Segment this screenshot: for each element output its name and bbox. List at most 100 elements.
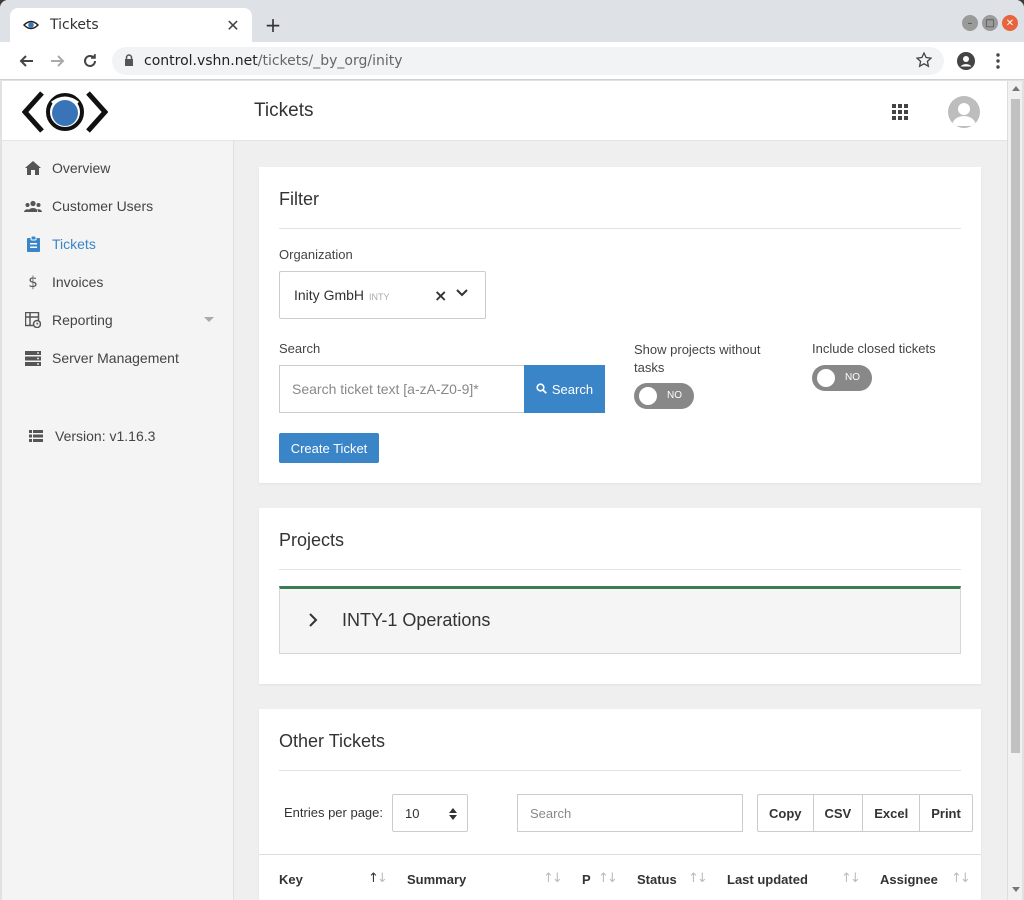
- csv-button[interactable]: CSV: [814, 795, 864, 831]
- sidebar: Overview Customer Users Tickets $ Invoic…: [2, 141, 234, 900]
- close-window-icon[interactable]: ✕: [1002, 15, 1018, 31]
- chevron-down-icon[interactable]: [455, 286, 469, 303]
- server-icon: [24, 349, 42, 367]
- sidebar-item-server-management[interactable]: Server Management: [2, 339, 234, 377]
- organization-value: Inity GmbH: [294, 287, 365, 303]
- create-ticket-button[interactable]: Create Ticket: [279, 433, 379, 463]
- organization-code: INTY: [369, 291, 390, 302]
- sidebar-item-label: Customer Users: [52, 198, 154, 214]
- lock-icon: [124, 53, 134, 69]
- sidebar-item-label: Overview: [52, 160, 111, 176]
- sidebar-item-label: Invoices: [52, 274, 104, 290]
- projects-title: Projects: [279, 530, 345, 550]
- browser-toolbar: control.vshn.net/tickets/_by_org/inity: [0, 42, 1024, 80]
- scrollbar-thumb[interactable]: [1011, 99, 1020, 753]
- sidebar-item-invoices[interactable]: $ Invoices: [2, 263, 234, 301]
- tab-strip: Tickets ✕ + – □ ✕: [0, 0, 1024, 42]
- home-icon: [24, 159, 42, 177]
- sidebar-item-label: Server Management: [52, 350, 179, 366]
- chevron-down-icon[interactable]: [204, 317, 214, 322]
- organization-label: Organization: [279, 247, 353, 262]
- scroll-down-icon[interactable]: [1012, 887, 1020, 892]
- main-content: Filter Organization Inity GmbH INTY × Se…: [235, 141, 1007, 900]
- address-bar[interactable]: control.vshn.net/tickets/_by_org/inity: [112, 47, 944, 75]
- search-label: Search: [279, 341, 321, 356]
- clear-icon[interactable]: ×: [434, 286, 447, 305]
- list-icon: [27, 427, 45, 445]
- column-header-priority[interactable]: P: [582, 872, 591, 887]
- column-header-status[interactable]: Status: [637, 872, 677, 887]
- sort-icon[interactable]: ↑↓: [951, 871, 971, 886]
- new-tab-button[interactable]: +: [262, 14, 284, 36]
- sort-icon[interactable]: ↑↓: [368, 871, 388, 886]
- sort-icon[interactable]: ↑↓: [688, 871, 708, 886]
- divider: [279, 770, 961, 771]
- browser-tab[interactable]: Tickets ✕: [10, 8, 252, 42]
- search-icon: [536, 382, 547, 397]
- back-icon[interactable]: [14, 49, 38, 73]
- page-title: Tickets: [254, 100, 314, 121]
- reload-icon[interactable]: [78, 49, 102, 73]
- organization-select[interactable]: Inity GmbH INTY ×: [279, 271, 486, 319]
- filter-title: Filter: [279, 189, 319, 209]
- search-button[interactable]: Search: [524, 365, 605, 413]
- maximize-icon[interactable]: □: [982, 15, 998, 31]
- excel-button[interactable]: Excel: [863, 795, 921, 831]
- browser-window: Tickets ✕ + – □ ✕ control.vshn.net/ticke…: [0, 0, 1024, 900]
- scroll-up-icon[interactable]: [1012, 86, 1020, 91]
- page-scrollbar[interactable]: [1007, 81, 1022, 900]
- profile-icon[interactable]: [954, 49, 978, 73]
- version-text: Version: v1.16.3: [55, 428, 156, 444]
- sort-icon[interactable]: ↑↓: [841, 871, 861, 886]
- sort-icon[interactable]: ↑↓: [598, 871, 618, 886]
- tab-close-icon[interactable]: ✕: [224, 16, 242, 35]
- forward-icon[interactable]: [46, 49, 70, 73]
- report-icon: [24, 311, 42, 329]
- column-header-summary[interactable]: Summary: [407, 872, 466, 887]
- other-tickets-title: Other Tickets: [279, 731, 386, 751]
- print-button[interactable]: Print: [920, 795, 972, 831]
- project-item[interactable]: INTY-1 Operations: [279, 586, 961, 654]
- divider: [279, 228, 961, 229]
- table-search-input[interactable]: Search: [517, 794, 743, 832]
- bookmark-star-icon[interactable]: [915, 50, 933, 71]
- include-closed-label: Include closed tickets: [812, 341, 936, 356]
- include-closed-toggle[interactable]: NO: [812, 365, 872, 391]
- sort-icon[interactable]: ↑↓: [543, 871, 563, 886]
- app-header: Tickets: [2, 81, 1007, 141]
- version-info: Version: v1.16.3: [2, 417, 234, 455]
- ticket-search-input[interactable]: Search ticket text [a-zA-Z0-9]*: [279, 365, 525, 413]
- column-header-key[interactable]: Key: [279, 872, 303, 887]
- sidebar-item-label: Reporting: [52, 312, 113, 328]
- divider: [279, 569, 961, 570]
- clipboard-icon: [24, 235, 42, 253]
- sidebar-item-label: Tickets: [52, 236, 96, 252]
- other-tickets-card: Other Tickets Entries per page: 10 Searc…: [259, 709, 981, 900]
- apps-grid-icon[interactable]: [892, 104, 908, 120]
- minimize-icon[interactable]: –: [962, 15, 978, 31]
- filter-card: Filter Organization Inity GmbH INTY × Se…: [259, 167, 981, 483]
- url-text: control.vshn.net/tickets/_by_org/inity: [144, 53, 403, 69]
- entries-per-page-select[interactable]: 10: [392, 794, 468, 832]
- dollar-icon: $: [28, 273, 38, 291]
- app-viewport: Tickets Overview Customer Users Tickets: [2, 81, 1007, 900]
- user-avatar[interactable]: [948, 96, 980, 128]
- column-header-last-updated[interactable]: Last updated: [727, 872, 808, 887]
- projects-card: Projects INTY-1 Operations: [259, 508, 981, 684]
- sidebar-item-reporting[interactable]: Reporting: [2, 301, 234, 339]
- tab-title: Tickets: [50, 17, 99, 33]
- updown-caret-icon: [449, 808, 457, 823]
- copy-button[interactable]: Copy: [758, 795, 814, 831]
- entries-per-page-label: Entries per page:: [284, 805, 384, 820]
- vshn-logo-icon[interactable]: [21, 89, 109, 135]
- menu-kebab-icon[interactable]: [986, 49, 1010, 73]
- table-header: Key ↑↓ Summary ↑↓ P ↑↓ Status ↑↓ Last up…: [259, 854, 981, 900]
- sidebar-item-tickets[interactable]: Tickets: [2, 225, 234, 263]
- sidebar-item-customer-users[interactable]: Customer Users: [2, 187, 234, 225]
- sidebar-item-overview[interactable]: Overview: [2, 149, 234, 187]
- show-projects-toggle[interactable]: NO: [634, 383, 694, 409]
- column-header-assignee[interactable]: Assignee: [880, 872, 938, 887]
- export-button-group: Copy CSV Excel Print: [757, 794, 973, 832]
- project-name: INTY-1 Operations: [342, 610, 491, 630]
- chevron-right-icon[interactable]: [308, 613, 318, 630]
